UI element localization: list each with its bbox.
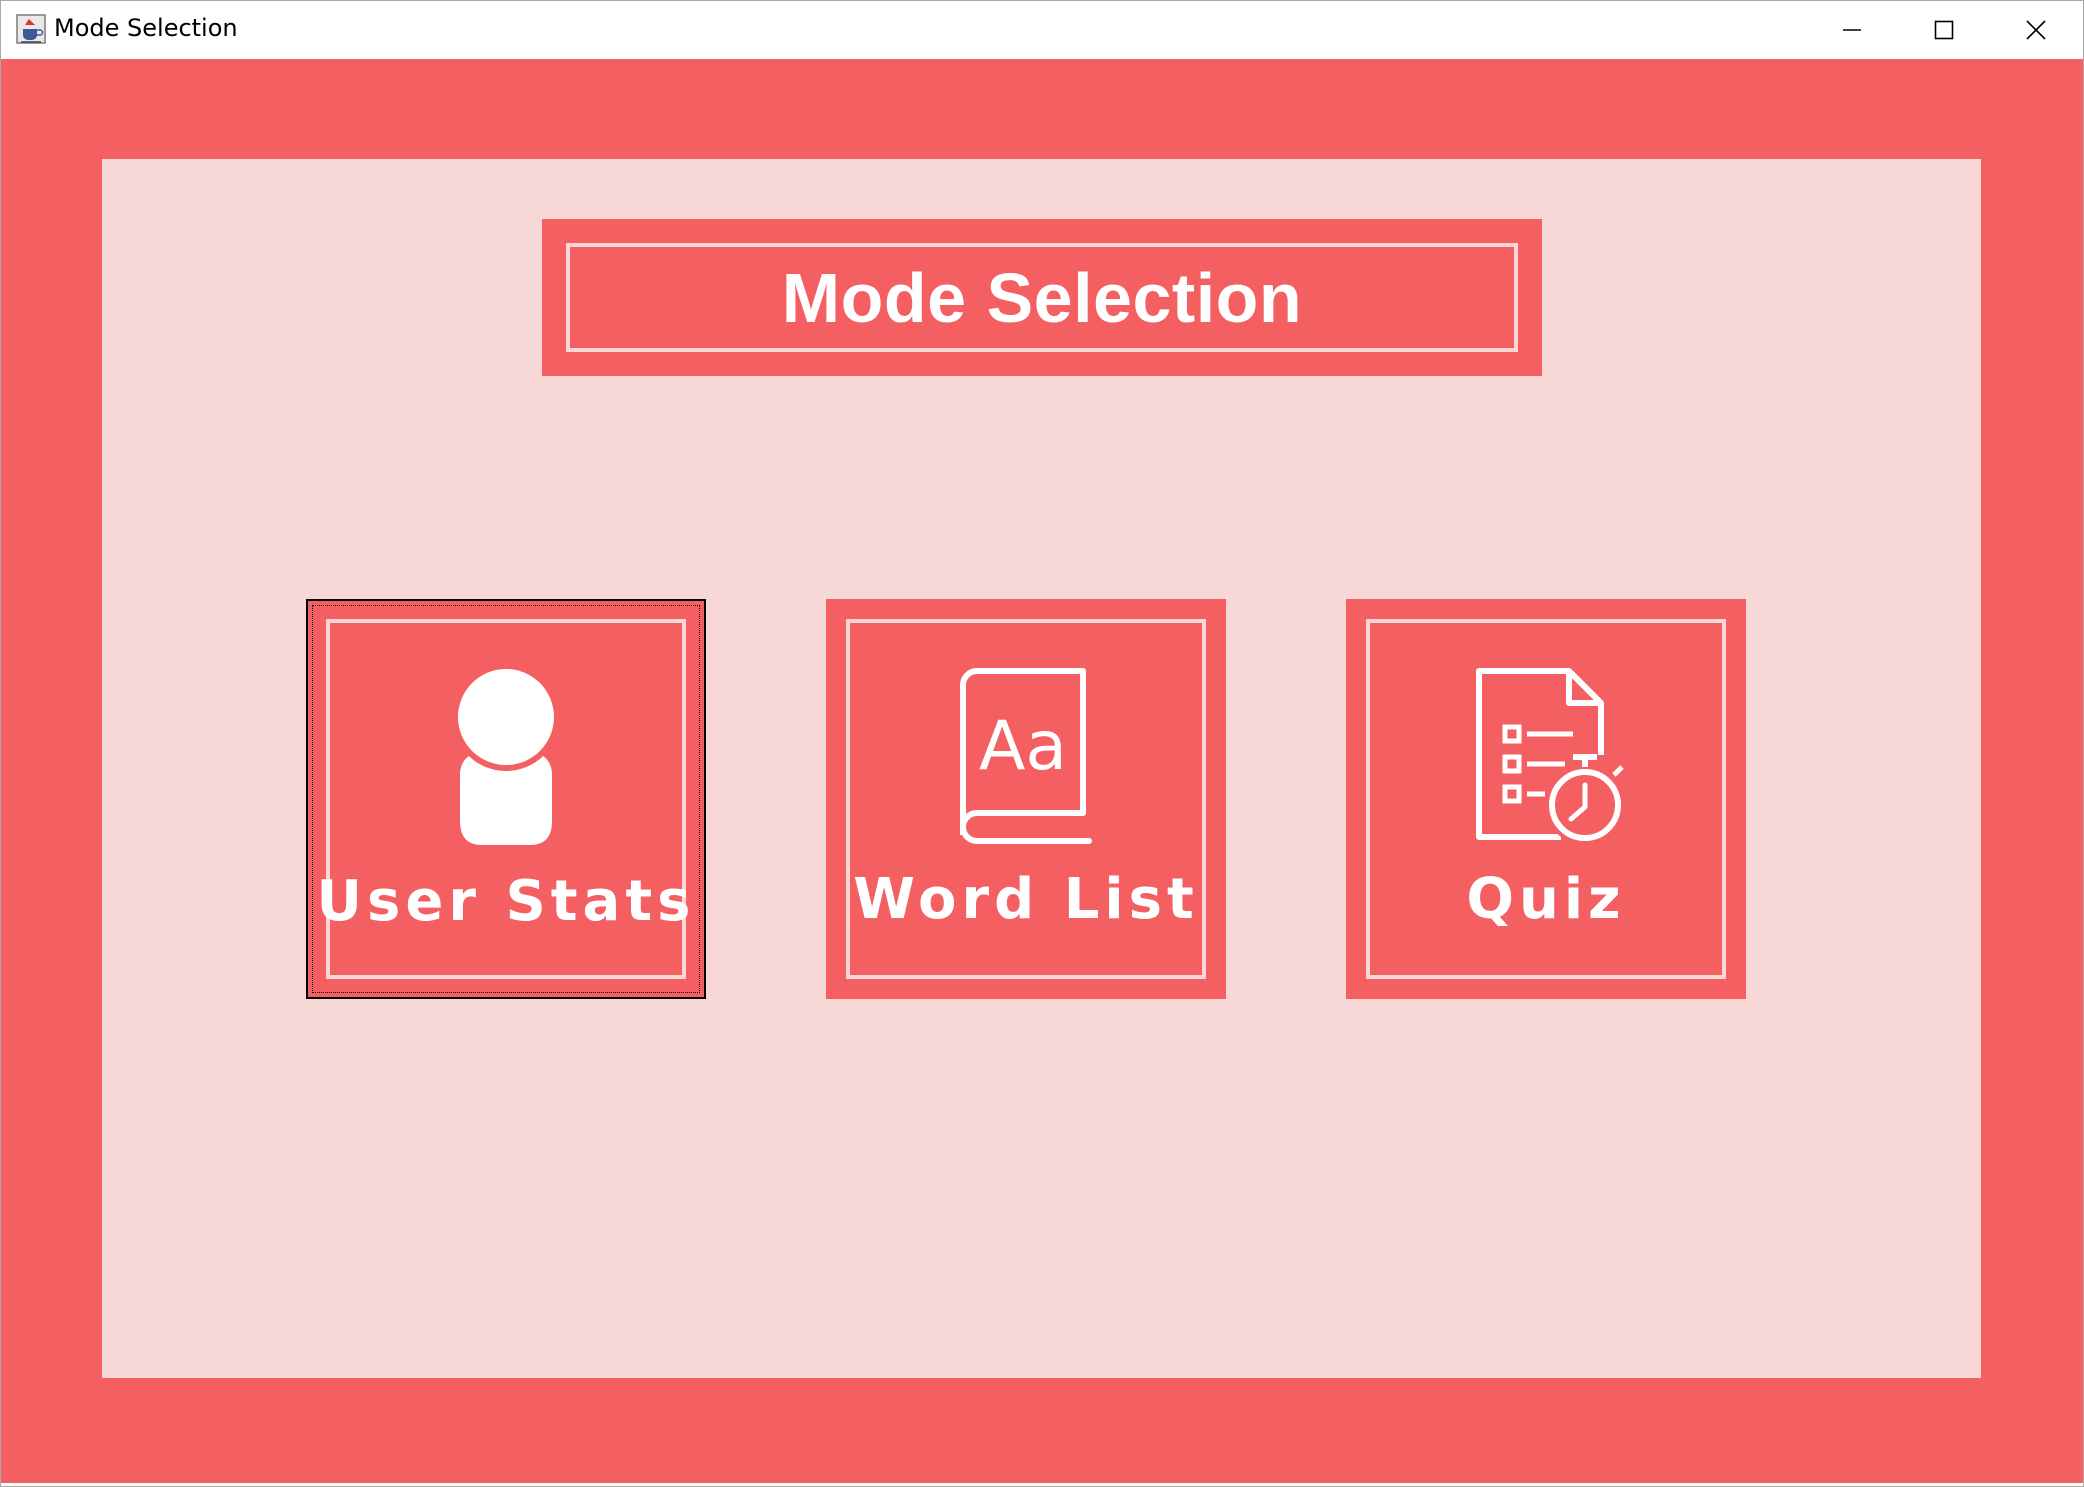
dictionary-book-icon: Aa xyxy=(960,668,1092,844)
quiz-button[interactable]: Quiz xyxy=(1346,599,1746,999)
user-stats-label: User Stats xyxy=(316,869,696,934)
minimize-button[interactable] xyxy=(1806,1,1898,59)
word-list-button[interactable]: Aa Word List xyxy=(826,599,1226,999)
header-banner: Mode Selection xyxy=(542,219,1542,376)
minimize-icon xyxy=(1843,29,1861,31)
content-panel: Mode Selection User Stats Aa Word List Q… xyxy=(102,159,1981,1378)
header-frame: Mode Selection xyxy=(566,243,1518,352)
close-button[interactable] xyxy=(1990,1,2082,59)
quiz-label: Quiz xyxy=(1466,867,1626,932)
maximize-icon xyxy=(1934,20,1954,40)
maximize-button[interactable] xyxy=(1898,1,1990,59)
quiz-timer-icon xyxy=(1476,668,1625,845)
word-list-label: Word List xyxy=(853,867,1199,932)
window-title: Mode Selection xyxy=(54,14,238,42)
close-icon xyxy=(2026,20,2046,40)
title-bar[interactable]: Mode Selection xyxy=(1,1,2083,59)
java-coffee-cup-icon xyxy=(16,14,46,44)
svg-text:Aa: Aa xyxy=(979,707,1067,786)
user-stats-button[interactable]: User Stats xyxy=(306,599,706,999)
client-area: Mode Selection User Stats Aa Word List Q… xyxy=(1,59,2083,1483)
application-window: Mode Selection Mode Selection User Stats… xyxy=(0,0,2084,1487)
user-icon xyxy=(452,665,560,845)
page-title: Mode Selection xyxy=(781,258,1303,337)
